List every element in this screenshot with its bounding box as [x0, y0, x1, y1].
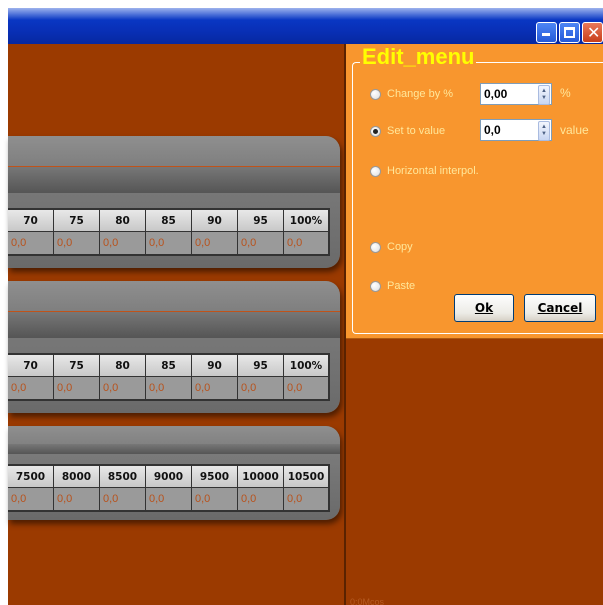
- status-text: 0:0Mcos: [350, 597, 385, 605]
- column-header[interactable]: 80: [100, 210, 146, 232]
- grid-value-row: 0,0 0,0 0,0 0,0 0,0 0,0 0,0: [8, 488, 328, 510]
- column-header[interactable]: 90: [192, 210, 238, 232]
- change-by-radio[interactable]: [370, 88, 381, 100]
- copy-option[interactable]: Copy: [370, 241, 413, 253]
- column-header[interactable]: 90: [192, 355, 238, 377]
- grid-cell[interactable]: 0,0: [100, 488, 146, 510]
- set-to-value-spinner[interactable]: ▲▼: [480, 119, 552, 141]
- table-panel-3: 7500 8000 8500 9000 9500 10000 10500 0,0…: [8, 426, 340, 520]
- set-to-value-label: Set to value: [387, 125, 446, 137]
- set-to-value-radio[interactable]: [370, 125, 381, 137]
- grid-cell[interactable]: 0,0: [284, 488, 328, 510]
- paste-radio[interactable]: [370, 280, 381, 292]
- column-header[interactable]: 85: [146, 355, 192, 377]
- table-panel-2: 70 75 80 85 90 95 100% 0,0 0,0 0,0 0,0 0…: [8, 281, 340, 413]
- grid-cell[interactable]: 0,0: [8, 488, 54, 510]
- column-header[interactable]: 9000: [146, 466, 192, 488]
- paste-option[interactable]: Paste: [370, 280, 415, 292]
- grid-header-row: 7500 8000 8500 9000 9500 10000 10500: [8, 466, 328, 488]
- column-header[interactable]: 70: [8, 210, 54, 232]
- change-by-label: Change by %: [387, 88, 454, 100]
- close-icon[interactable]: ✕: [582, 22, 603, 43]
- grid-cell[interactable]: 0,0: [192, 377, 238, 399]
- column-header[interactable]: 75: [54, 355, 100, 377]
- column-header[interactable]: 70: [8, 355, 54, 377]
- set-to-value-unit: value: [560, 123, 589, 137]
- column-header[interactable]: 10500: [284, 466, 328, 488]
- edit-menu-title: Edit_menu: [360, 44, 477, 70]
- column-header[interactable]: 95: [238, 210, 284, 232]
- horizontal-interpol-radio[interactable]: [370, 165, 381, 177]
- grid-cell[interactable]: 0,0: [238, 232, 284, 254]
- paste-label: Paste: [387, 280, 416, 292]
- maximize-icon[interactable]: [559, 22, 580, 43]
- grid-value-row: 0,0 0,0 0,0 0,0 0,0 0,0 0,0: [8, 377, 328, 399]
- column-header[interactable]: 7500: [8, 466, 54, 488]
- grid-cell[interactable]: 0,0: [192, 232, 238, 254]
- grid-cell[interactable]: 0,0: [100, 377, 146, 399]
- app-window: ✕ 70 75 80 85 90 95 100% 0,0 0,0 0,0 0,0…: [0, 0, 603, 605]
- panel-band: [8, 444, 340, 454]
- column-header[interactable]: 10000: [238, 466, 284, 488]
- column-header[interactable]: 95: [238, 355, 284, 377]
- panel-band: [8, 312, 340, 338]
- cancel-button[interactable]: Cancel: [524, 294, 596, 322]
- copy-radio[interactable]: [370, 241, 381, 253]
- data-grid-3: 7500 8000 8500 9000 9500 10000 10500 0,0…: [8, 464, 330, 512]
- spinner-arrows-icon[interactable]: ▲ ▼: [538, 85, 550, 105]
- window-controls: ✕: [536, 22, 603, 43]
- grid-cell[interactable]: 0,0: [146, 232, 192, 254]
- grid-cell[interactable]: 0,0: [284, 377, 328, 399]
- column-header[interactable]: 80: [100, 355, 146, 377]
- grid-cell[interactable]: 0,0: [8, 232, 54, 254]
- change-by-spinner[interactable]: ▲▼: [480, 83, 552, 105]
- change-by-unit: %: [560, 86, 571, 100]
- grid-cell[interactable]: 0,0: [146, 377, 192, 399]
- change-by-percent-option[interactable]: Change by %: [370, 88, 453, 100]
- grid-cell[interactable]: 0,0: [54, 377, 100, 399]
- panel-header: [8, 281, 340, 312]
- set-to-value-input[interactable]: [481, 120, 537, 140]
- column-header[interactable]: 8000: [54, 466, 100, 488]
- column-header[interactable]: 8500: [100, 466, 146, 488]
- minimize-icon[interactable]: [536, 22, 557, 43]
- grid-cell[interactable]: 0,0: [238, 377, 284, 399]
- table-panel-1: 70 75 80 85 90 95 100% 0,0 0,0 0,0 0,0 0…: [8, 136, 340, 268]
- grid-cell[interactable]: 0,0: [238, 488, 284, 510]
- grid-cell[interactable]: 0,0: [146, 488, 192, 510]
- grid-cell[interactable]: 0,0: [284, 232, 328, 254]
- grid-cell[interactable]: 0,0: [54, 488, 100, 510]
- panel-header: [8, 136, 340, 167]
- panel-band: [8, 167, 340, 193]
- column-header[interactable]: 100%: [284, 210, 328, 232]
- grid-cell[interactable]: 0,0: [54, 232, 100, 254]
- column-header[interactable]: 85: [146, 210, 192, 232]
- grid-cell[interactable]: 0,0: [100, 232, 146, 254]
- change-by-input[interactable]: [481, 84, 537, 104]
- column-header[interactable]: 75: [54, 210, 100, 232]
- ok-button[interactable]: Ok: [454, 294, 514, 322]
- column-header[interactable]: 9500: [192, 466, 238, 488]
- data-grid-1: 70 75 80 85 90 95 100% 0,0 0,0 0,0 0,0 0…: [8, 208, 330, 256]
- horizontal-interpol-label: Horizontal interpol.: [387, 165, 479, 177]
- grid-header-row: 70 75 80 85 90 95 100%: [8, 355, 328, 377]
- spinner-arrows-icon[interactable]: ▲ ▼: [538, 121, 550, 141]
- grid-value-row: 0,0 0,0 0,0 0,0 0,0 0,0 0,0: [8, 232, 328, 254]
- set-to-value-option[interactable]: Set to value: [370, 125, 445, 137]
- grid-header-row: 70 75 80 85 90 95 100%: [8, 210, 328, 232]
- copy-label: Copy: [387, 241, 413, 253]
- workspace: 70 75 80 85 90 95 100% 0,0 0,0 0,0 0,0 0…: [8, 44, 345, 605]
- panel-header: [8, 426, 340, 444]
- column-header[interactable]: 100%: [284, 355, 328, 377]
- grid-cell[interactable]: 0,0: [8, 377, 54, 399]
- horizontal-interpol-option[interactable]: Horizontal interpol.: [370, 165, 479, 177]
- data-grid-2: 70 75 80 85 90 95 100% 0,0 0,0 0,0 0,0 0…: [8, 353, 330, 401]
- title-bar: ✕: [8, 8, 603, 44]
- grid-cell[interactable]: 0,0: [192, 488, 238, 510]
